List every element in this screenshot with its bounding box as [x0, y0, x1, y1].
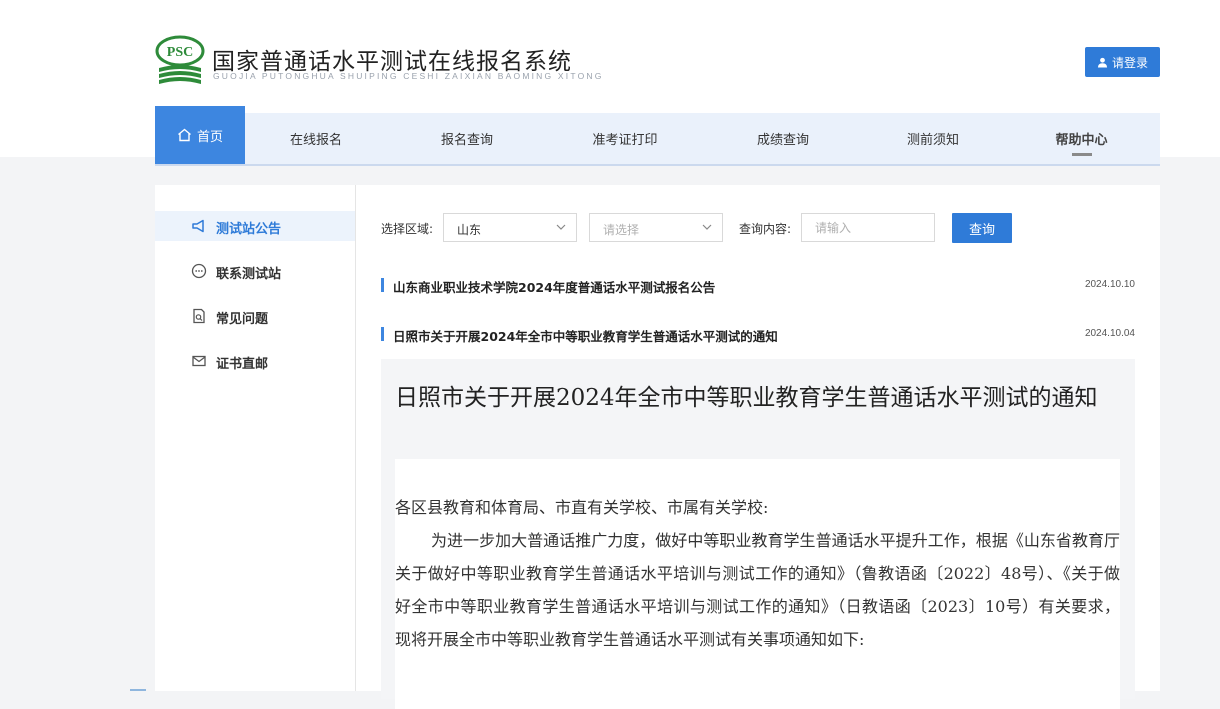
- sidebar-item-label: 联系测试站: [216, 267, 282, 282]
- news-marker: [381, 327, 384, 341]
- notice-body: 各区县教育和体育局、市直有关学校、市属有关学校: 为进一步加大普通话推广力度，做…: [395, 459, 1120, 709]
- news-item[interactable]: 日照市关于开展2024年全市中等职业教育学生普通话水平测试的通知 2024.10…: [381, 325, 1135, 345]
- news-title: 山东商业职业技术学院2024年度普通话水平测试报名公告: [393, 280, 716, 295]
- nav-item-register-query[interactable]: 报名查询: [387, 113, 547, 164]
- nav-item-label: 帮助中心: [1055, 133, 1108, 148]
- news-item[interactable]: 山东商业职业技术学院2024年度普通话水平测试报名公告 2024.10.10: [381, 276, 1135, 296]
- user-icon: [1097, 57, 1108, 68]
- nav-item-label: 测前须知: [906, 133, 959, 148]
- megaphone-icon: [192, 219, 204, 233]
- nav-item-label: 成绩查询: [756, 133, 809, 148]
- sidebar-item-certificate-mail[interactable]: 证书直邮: [155, 346, 355, 376]
- login-label: 请登录: [1111, 55, 1148, 70]
- chat-bubble-icon: [191, 263, 207, 279]
- nav-item-label: 准考证打印: [592, 133, 658, 148]
- logo-text: PSC: [167, 45, 193, 60]
- news-title: 日照市关于开展2024年全市中等职业教育学生普通话水平测试的通知: [393, 329, 778, 344]
- nav-item-label: 在线报名: [289, 133, 342, 148]
- content-label: 查询内容:: [739, 222, 792, 236]
- query-button[interactable]: 查询: [952, 213, 1012, 243]
- chevron-down-icon: [702, 224, 712, 230]
- sidebar-item-faq[interactable]: 常见问题: [155, 301, 355, 331]
- sidebar: 测试站公告 联系测试站 常见问题 证书直邮: [155, 185, 356, 691]
- province-select[interactable]: 山东: [443, 213, 577, 242]
- nav-item-pre-test-notice[interactable]: 测前须知: [863, 113, 1003, 164]
- news-date: 2024.10.10: [1084, 279, 1135, 290]
- notice-detail: 日照市关于开展2024年全市中等职业教育学生普通话水平测试的通知 各区县教育和体…: [381, 359, 1135, 709]
- nav-item-label: 首页: [196, 129, 223, 145]
- nav-item-admission-print[interactable]: 准考证打印: [547, 113, 703, 164]
- content-panel: 测试站公告 联系测试站 常见问题 证书直邮 选择区域: 山东 请选择 查询内容:…: [155, 185, 1160, 709]
- city-placeholder: 请选择: [603, 223, 640, 237]
- document-search-icon: [193, 308, 205, 324]
- nav-item-score-query[interactable]: 成绩查询: [703, 113, 863, 164]
- login-button[interactable]: 请登录: [1085, 47, 1160, 77]
- search-input[interactable]: [801, 213, 935, 242]
- nav-item-label: 报名查询: [440, 133, 493, 148]
- home-icon: [178, 128, 191, 142]
- nav-item-home[interactable]: 首页: [155, 106, 245, 164]
- sidebar-item-announcements[interactable]: 测试站公告: [155, 211, 355, 241]
- chevron-down-icon: [556, 224, 566, 230]
- news-date: 2024.10.04: [1084, 328, 1135, 339]
- sidebar-item-label: 测试站公告: [216, 222, 282, 237]
- notice-greeting: 各区县教育和体育局、市直有关学校、市属有关学校:: [395, 498, 769, 517]
- psc-logo: PSC: [155, 35, 205, 84]
- news-marker: [381, 278, 384, 292]
- active-indicator: [1071, 153, 1092, 156]
- city-select[interactable]: 请选择: [589, 213, 723, 242]
- sidebar-item-label: 证书直邮: [216, 357, 269, 372]
- query-label: 查询: [968, 222, 995, 238]
- nav-item-online-register[interactable]: 在线报名: [245, 113, 387, 164]
- main-nav: 首页 在线报名 报名查询 准考证打印 成绩查询 测前须知 帮助中心: [155, 106, 1160, 166]
- site-subtitle: GUOJIA PUTONGHUA SHUIPING CESHI ZAIXIAN …: [213, 71, 604, 81]
- notice-title: 日照市关于开展2024年全市中等职业教育学生普通话水平测试的通知: [395, 385, 1098, 411]
- notice-paragraph: 为进一步加大普通话推广力度，做好中等职业教育学生普通话水平提升工作，根据《山东省…: [395, 531, 1120, 649]
- sidebar-item-label: 常见问题: [216, 312, 269, 327]
- envelope-icon: [192, 355, 206, 367]
- region-label: 选择区域:: [381, 222, 434, 236]
- nav-item-help-center[interactable]: 帮助中心: [1003, 113, 1160, 164]
- sidebar-item-contact[interactable]: 联系测试站: [155, 256, 355, 286]
- province-value: 山东: [457, 223, 482, 237]
